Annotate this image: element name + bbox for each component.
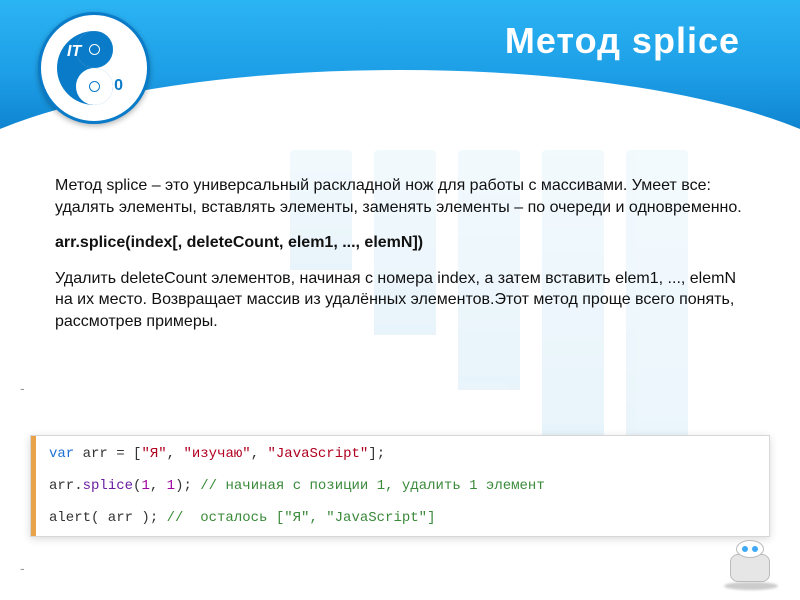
- code-accent-stripe: [31, 436, 36, 536]
- logo-yinyang: IT 2.0: [57, 31, 131, 105]
- code-content: var arr = ["Я", "изучаю", "JavaScript"];…: [31, 436, 769, 536]
- mascot-robot: [720, 540, 780, 588]
- paragraph-intro: Метод splice – это универсальный расклад…: [55, 175, 745, 218]
- logo-left-text: IT: [67, 43, 81, 61]
- logo: IT 2.0: [38, 12, 150, 124]
- margin-dash: -: [20, 380, 25, 396]
- margin-dash: -: [20, 560, 25, 576]
- paragraph-details: Удалить deleteCount элементов, начиная с…: [55, 268, 745, 333]
- method-signature: arr.splice(index[, deleteCount, elem1, .…: [55, 232, 745, 254]
- content: Метод splice – это универсальный расклад…: [55, 175, 745, 347]
- code-block: var arr = ["Я", "изучаю", "JavaScript"];…: [30, 435, 770, 537]
- logo-right-text: 2.0: [101, 77, 123, 95]
- page-title: Метод splice: [505, 20, 740, 62]
